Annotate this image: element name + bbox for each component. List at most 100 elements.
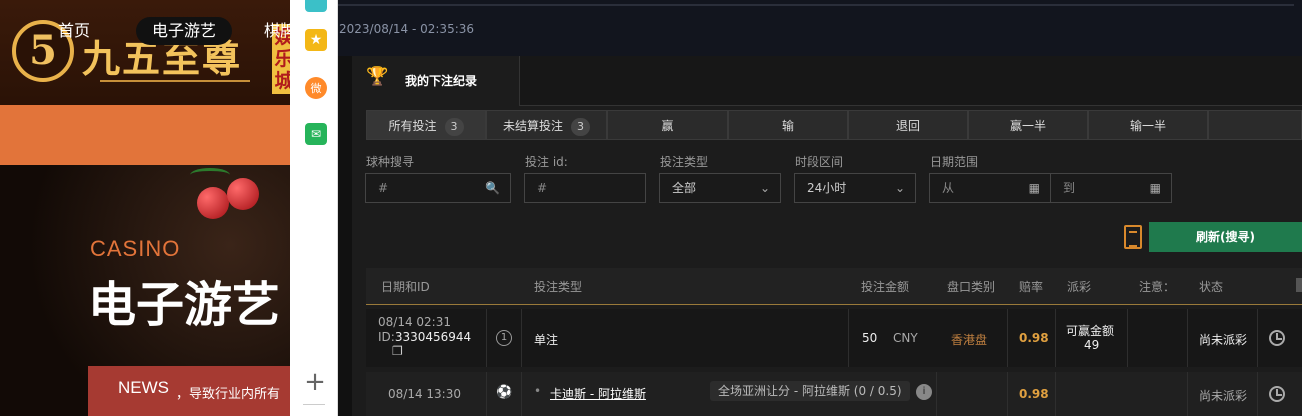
input-placeholder: # <box>378 181 389 195</box>
search-icon: 🔍 <box>485 181 500 195</box>
tab-count-badge: 3 <box>571 118 590 136</box>
news-label: NEWS <box>118 378 169 397</box>
clock-icon <box>1269 386 1285 402</box>
bet-id-input[interactable]: # <box>524 173 646 203</box>
cell-divider <box>521 372 522 416</box>
share-app-icon[interactable] <box>305 0 327 12</box>
tab-half-lost[interactable]: 输一半 <box>1088 110 1208 140</box>
bet-date: 08/14 02:31 <box>378 315 451 329</box>
cell-divider <box>1187 309 1188 367</box>
cherry-graphic <box>227 178 259 210</box>
cell-divider <box>1257 309 1258 367</box>
refresh-search-button[interactable]: 刷新(搜寻) <box>1149 222 1302 252</box>
scrollbar-handle[interactable] <box>1296 278 1302 292</box>
date-range-label: 日期范围 <box>930 155 979 169</box>
input-placeholder: # <box>537 181 548 195</box>
plus-icon[interactable]: + <box>303 368 327 396</box>
cell-divider <box>1127 309 1128 367</box>
copy-icon[interactable]: ❐ <box>392 344 403 358</box>
bet-type: 单注 <box>534 333 559 347</box>
period-label: 时段区间 <box>795 155 844 169</box>
bet-count-badge: 1 <box>496 330 512 346</box>
info-icon[interactable]: i <box>916 384 932 400</box>
soccer-ball-icon: ⚽ <box>496 385 513 400</box>
market-type: 香港盘 <box>951 333 988 347</box>
table-header-divider <box>366 304 1302 305</box>
bet-currency: CNY <box>893 331 918 345</box>
cell-divider <box>521 309 522 367</box>
cell-divider <box>1055 309 1056 367</box>
tab-half-won[interactable]: 赢一半 <box>968 110 1088 140</box>
sport-search-label: 球种搜寻 <box>366 155 415 169</box>
column-header-notes: 注意： <box>1139 280 1176 294</box>
input-placeholder: 到 <box>1063 181 1076 195</box>
column-header-odds: 赔率 <box>1019 280 1044 294</box>
bet-id: ID:3330456944 <box>378 330 471 344</box>
tab-label: 未结算投注 <box>502 119 563 133</box>
match-link[interactable]: 卡迪斯 - 阿拉维斯 <box>550 385 646 402</box>
chevron-down-icon: ⌄ <box>759 181 770 195</box>
mail-icon[interactable]: ✉ <box>305 123 327 145</box>
tab-lost[interactable]: 输 <box>728 110 848 140</box>
event-date: 08/14 13:30 <box>388 387 461 401</box>
bet-id-prefix: ID: <box>378 330 395 344</box>
tab-label: 所有投注 <box>388 119 437 133</box>
bet-odds: 0.98 <box>1019 387 1049 401</box>
weibo-icon[interactable]: 微 <box>305 77 327 99</box>
period-select[interactable]: 24小时 ⌄ <box>794 173 916 203</box>
bet-odds: 0.98 <box>1019 331 1049 345</box>
column-header-payout: 派彩 <box>1067 280 1092 294</box>
bullet-dot-icon: • <box>534 384 542 398</box>
cell-divider <box>1007 372 1008 416</box>
hero-casino-label: CASINO <box>90 236 181 261</box>
bet-status: 尚未派彩 <box>1199 389 1248 403</box>
tab-all-bets[interactable]: 所有投注 3 <box>366 110 486 140</box>
select-value: 全部 <box>672 181 697 195</box>
tab-refunded[interactable]: 退回 <box>848 110 968 140</box>
bet-id-value: 3330456944 <box>394 330 472 344</box>
payout-label: 可赢金额 <box>1066 324 1115 338</box>
cell-divider <box>848 309 849 367</box>
cell-divider <box>1055 372 1056 416</box>
logo-ornament <box>100 80 250 82</box>
favorite-star-icon[interactable]: ★ <box>305 29 327 51</box>
bet-type-label: 投注类型 <box>660 155 709 169</box>
nav-home-link[interactable]: 首页 <box>58 17 90 45</box>
sport-search-input[interactable]: # 🔍 <box>365 173 511 203</box>
nav-egames-link[interactable]: 电子游艺 <box>136 17 233 45</box>
cherry-graphic <box>197 187 229 219</box>
hero-title: 电子游艺 <box>88 277 281 333</box>
date-to-input[interactable]: 到 ▦ <box>1050 173 1172 203</box>
clipboard-icon[interactable] <box>1124 225 1142 249</box>
column-header-market: 盘口类别 <box>947 280 996 294</box>
bet-amount: 50 <box>862 331 878 345</box>
cherry-stem-graphic <box>190 168 230 182</box>
calendar-icon: ▦ <box>1149 181 1161 195</box>
cell-divider <box>1257 372 1258 416</box>
cell-divider <box>486 372 487 416</box>
clock-timestamp: 2023/08/14 - 02:35:36 <box>339 22 475 36</box>
toolbar-divider <box>303 404 325 405</box>
topbar-divider <box>338 4 1294 6</box>
tab-empty <box>1208 110 1302 140</box>
calendar-icon: ▦ <box>1028 181 1040 195</box>
panel-title: 我的下注纪录 <box>405 74 478 88</box>
tab-won[interactable]: 赢 <box>607 110 728 140</box>
input-placeholder: 从 <box>942 181 955 195</box>
tab-count-badge: 3 <box>444 118 464 136</box>
date-from-input[interactable]: 从 ▦ <box>929 173 1051 203</box>
cell-divider <box>486 309 487 367</box>
column-header-status: 状态 <box>1199 280 1224 294</box>
bet-type-select[interactable]: 全部 ⌄ <box>659 173 781 203</box>
tab-unsettled-bets[interactable]: 未结算投注 3 <box>486 110 607 140</box>
trophy-icon: 🏆 <box>366 66 389 87</box>
column-header-amount: 投注金额 <box>861 280 910 294</box>
chevron-down-icon: ⌄ <box>894 181 905 195</box>
news-ticker-text: ，导致行业内所有 <box>176 387 281 402</box>
cell-divider <box>1007 309 1008 367</box>
bet-selection: 全场亚洲让分 - 阿拉维斯 (0 / 0.5) <box>710 381 910 401</box>
clock-icon <box>1269 330 1285 346</box>
bet-id-label: 投注 id: <box>525 155 568 169</box>
bet-status: 尚未派彩 <box>1199 333 1248 347</box>
select-value: 24小时 <box>807 181 847 195</box>
